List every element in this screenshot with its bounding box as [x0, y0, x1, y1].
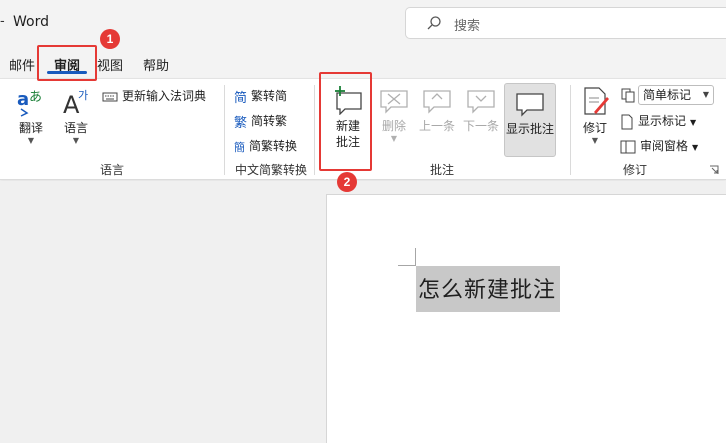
- margin-corner-mark: [398, 248, 416, 266]
- update-ime-dictionary-button[interactable]: 更新输入法词典: [102, 87, 206, 104]
- convert-chinese-icon: 簡: [234, 140, 245, 154]
- chevron-down-icon: ▼: [692, 143, 699, 152]
- dialog-launcher-icon[interactable]: [709, 165, 719, 175]
- chevron-down-icon: ▼: [27, 136, 35, 145]
- reviewing-pane-button[interactable]: 审阅窗格 ▼: [620, 137, 698, 154]
- previous-comment-button[interactable]: 上一条: [416, 85, 458, 134]
- search-input[interactable]: 搜索: [405, 7, 726, 39]
- tab-mailings[interactable]: 邮件: [9, 55, 35, 74]
- show-comments-icon: [516, 93, 544, 117]
- comments-group-label: 批注: [430, 163, 455, 177]
- document-area: 怎么新建批注: [0, 181, 726, 443]
- next-comment-label: 下一条: [462, 119, 499, 133]
- show-comments-button[interactable]: 显示批注: [504, 83, 556, 157]
- trad-to-simp-label: 繁转简: [251, 89, 288, 103]
- group-divider: [570, 85, 571, 175]
- group-divider: [224, 85, 225, 175]
- markup-dropdown[interactable]: 简单标记 ▼: [638, 85, 714, 105]
- chevron-down-icon: ▼: [390, 134, 398, 143]
- previous-comment-icon: [423, 90, 451, 114]
- tab-view[interactable]: 视图: [97, 55, 123, 74]
- trad-to-simp-button[interactable]: 简繁转简: [234, 87, 287, 106]
- next-comment-button[interactable]: 下一条: [460, 85, 502, 134]
- show-markup-button[interactable]: 显示标记 ▼: [620, 112, 696, 130]
- show-comments-label: 显示批注: [505, 122, 554, 136]
- delete-comment-icon: [380, 90, 408, 114]
- show-markup-label: 显示标记: [638, 114, 687, 128]
- update-ime-label: 更新输入法词典: [122, 89, 207, 103]
- translate-button[interactable]: a あ 翻译 ▼: [10, 85, 52, 146]
- show-comments-content: 显示批注: [505, 88, 555, 137]
- chinese-conversion-group-label: 中文简繁转换: [235, 163, 308, 177]
- simp-to-trad-icon: 繁: [234, 116, 248, 131]
- chevron-down-icon: ▼: [690, 118, 697, 127]
- title-prefix: -: [0, 14, 5, 29]
- markup-dropdown-value: 简单标记: [643, 88, 692, 102]
- language-label: 语言: [63, 121, 88, 135]
- delete-comment-label: 删除: [381, 119, 406, 133]
- language-group-label: 语言: [100, 163, 125, 177]
- next-comment-icon: [467, 90, 495, 114]
- language-icon: A 가: [63, 89, 88, 119]
- svg-text:가: 가: [78, 89, 88, 102]
- convert-chinese-label: 简繁转换: [249, 139, 298, 153]
- previous-comment-label: 上一条: [418, 119, 455, 133]
- app-title: Word: [13, 14, 49, 30]
- search-placeholder: 搜索: [454, 19, 481, 34]
- callout-review-tab: [37, 45, 97, 81]
- translate-label: 翻译: [18, 121, 43, 135]
- show-markup-icon: [621, 114, 633, 129]
- language-button[interactable]: A 가 语言 ▼: [56, 85, 96, 146]
- markup-icon: [621, 88, 635, 103]
- track-changes-label: 修订: [582, 121, 607, 135]
- simp-to-trad-button[interactable]: 繁简转繁: [234, 112, 287, 131]
- selected-document-text[interactable]: 怎么新建批注: [416, 266, 561, 312]
- group-divider: [314, 85, 315, 175]
- trad-to-simp-icon: 简: [234, 91, 248, 106]
- callout-badge-2: 2: [337, 172, 357, 192]
- tracking-group-label: 修订: [623, 163, 648, 177]
- chevron-down-icon: ▼: [591, 136, 599, 145]
- tab-help[interactable]: 帮助: [143, 55, 169, 74]
- callout-new-comment: [319, 72, 372, 171]
- search-icon: [427, 16, 441, 30]
- convert-chinese-button[interactable]: 簡简繁转换: [234, 137, 297, 155]
- svg-text:あ: あ: [29, 90, 42, 105]
- document-page[interactable]: 怎么新建批注: [326, 194, 726, 443]
- translate-icon: a あ: [17, 89, 42, 117]
- svg-text:a: a: [17, 89, 29, 110]
- chevron-down-icon: ▼: [72, 136, 80, 145]
- callout-badge-1: 1: [100, 29, 120, 49]
- reviewing-pane-icon: [620, 140, 636, 153]
- delete-comment-button[interactable]: 删除 ▼: [374, 85, 414, 144]
- keyboard-icon: [102, 92, 118, 101]
- chevron-down-icon: ▼: [702, 90, 709, 99]
- track-changes-icon: [584, 87, 609, 115]
- simp-to-trad-label: 简转繁: [251, 114, 288, 128]
- track-changes-button[interactable]: 修订 ▼: [576, 85, 614, 146]
- reviewing-pane-label: 审阅窗格: [640, 139, 689, 153]
